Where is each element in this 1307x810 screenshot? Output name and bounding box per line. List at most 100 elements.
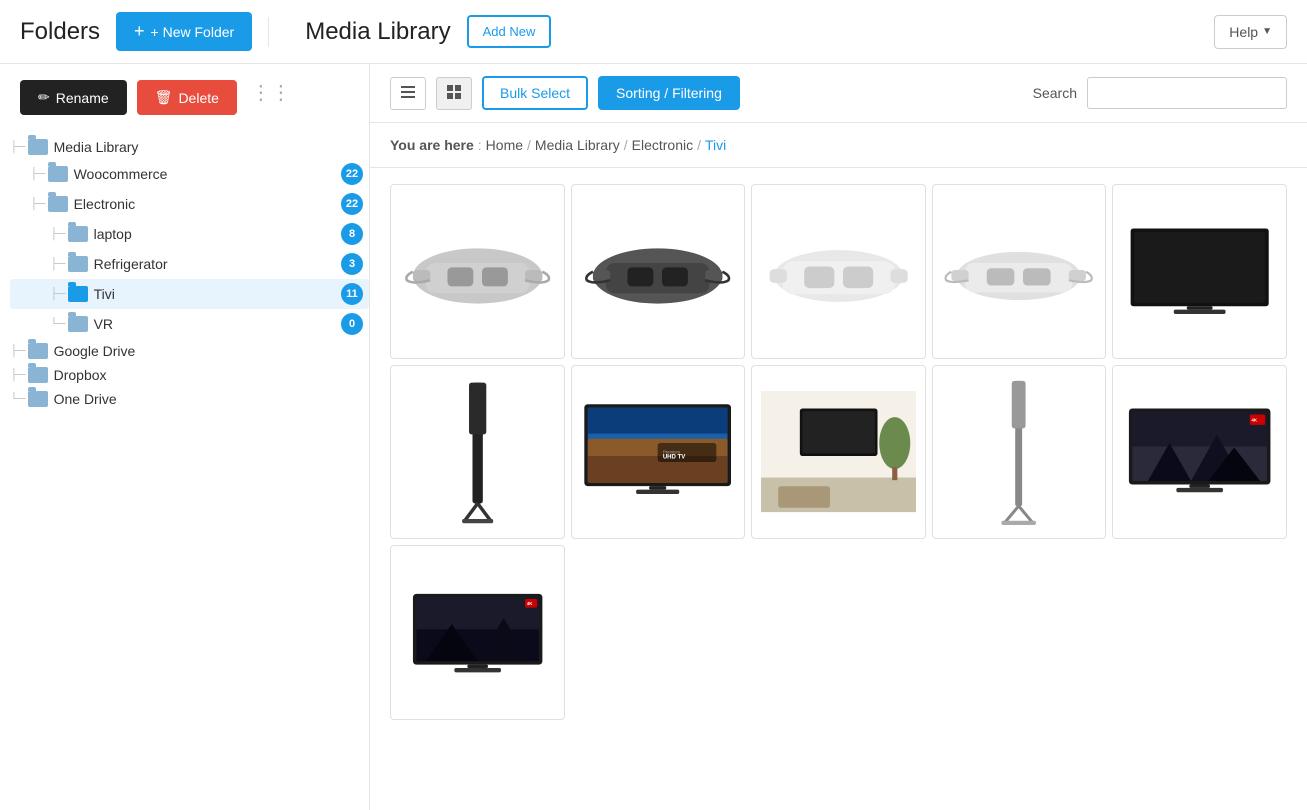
tree-line-icon: ├─ [10, 345, 26, 357]
media-item[interactable] [571, 184, 746, 359]
folder-icon [28, 367, 48, 383]
sidebar-actions: ✏ Rename 🗑 Delete ⋮⋮ [0, 80, 369, 135]
tree-label-google-drive: Google Drive [54, 343, 363, 359]
svg-text:4K: 4K [1251, 418, 1257, 423]
you-are-here-label: You are here [390, 137, 474, 153]
folder-icon [68, 316, 88, 332]
plus-icon: + [134, 21, 145, 42]
tree-line-icon: ├─ [10, 369, 26, 381]
svg-text:UHD TV: UHD TV [663, 455, 685, 461]
tree-count-electronic: 22 [341, 193, 363, 215]
tree-count-laptop: 8 [341, 223, 363, 245]
tree-label-electronic: Electronic [74, 196, 341, 212]
tree-item-woocommerce[interactable]: ├─ Woocommerce 22 [10, 159, 369, 189]
delete-label: Delete [178, 90, 218, 106]
breadcrumb-electronic[interactable]: Electronic [632, 137, 693, 153]
media-item[interactable] [932, 184, 1107, 359]
header-left: Folders + + New Folder Media Library Add… [20, 12, 551, 51]
tree-label-one-drive: One Drive [54, 391, 363, 407]
media-item[interactable] [390, 184, 565, 359]
media-item[interactable]: 4K [390, 545, 565, 720]
media-item[interactable] [751, 365, 926, 540]
bulk-select-button[interactable]: Bulk Select [482, 76, 588, 110]
grid-view-icon [446, 88, 462, 103]
svg-text:4K: 4K [526, 601, 532, 606]
tree-label-media-library: Media Library [54, 139, 363, 155]
breadcrumb-sep2: / [624, 137, 628, 153]
trash-icon: 🗑 [155, 89, 173, 106]
new-folder-button[interactable]: + + New Folder [116, 12, 252, 51]
tree-line-icon: ├─ [50, 258, 66, 270]
list-view-icon [400, 88, 416, 103]
folder-icon [28, 139, 48, 155]
top-header: Folders + + New Folder Media Library Add… [0, 0, 1307, 64]
folder-icon [68, 286, 88, 302]
tree-line-icon: ├─ [50, 228, 66, 240]
media-item[interactable] [390, 365, 565, 540]
tree-item-dropbox[interactable]: ├─ Dropbox [10, 363, 369, 387]
tree-item-tivi[interactable]: ├─ Tivi 11 [10, 279, 369, 309]
folders-title: Folders [20, 18, 100, 46]
help-button[interactable]: Help ▼ [1214, 15, 1287, 49]
tree-label-dropbox: Dropbox [54, 367, 363, 383]
tree-label-woocommerce: Woocommerce [74, 166, 341, 182]
tree-line-icon: ├─ [30, 168, 46, 180]
tree-line-icon: ├─ [50, 288, 66, 300]
tree-count-woocommerce: 22 [341, 163, 363, 185]
breadcrumb-media-library[interactable]: Media Library [535, 137, 620, 153]
chevron-down-icon: ▼ [1262, 26, 1272, 37]
tree-item-google-drive[interactable]: ├─ Google Drive [10, 339, 369, 363]
delete-button[interactable]: 🗑 Delete [137, 80, 237, 115]
media-grid-container: Premium UHD TV [370, 168, 1307, 810]
tree-item-refrigerator[interactable]: ├─ Refrigerator 3 [10, 249, 369, 279]
tree-label-refrigerator: Refrigerator [94, 256, 341, 272]
header-right: Help ▼ [1214, 15, 1287, 49]
media-item[interactable] [932, 365, 1107, 540]
folder-icon [28, 343, 48, 359]
media-item[interactable]: Premium UHD TV [571, 365, 746, 540]
sidebar: ✏ Rename 🗑 Delete ⋮⋮ ├─ Media Library [0, 64, 370, 810]
tree-item-vr[interactable]: └─ VR 0 [10, 309, 369, 339]
grid-view-button[interactable] [436, 77, 472, 110]
media-library-title: Media Library [305, 18, 450, 46]
tree-item-laptop[interactable]: ├─ laptop 8 [10, 219, 369, 249]
rename-label: Rename [56, 90, 109, 106]
sorting-filtering-button[interactable]: Sorting / Filtering [598, 76, 740, 110]
search-input[interactable] [1087, 77, 1287, 109]
breadcrumb-sep3: / [697, 137, 701, 153]
folder-icon [28, 391, 48, 407]
media-grid: Premium UHD TV [390, 184, 1287, 720]
media-item[interactable]: 4K [1112, 365, 1287, 540]
breadcrumb-home[interactable]: Home [486, 137, 523, 153]
tree-count-vr: 0 [341, 313, 363, 335]
folder-tree: ├─ Media Library ├─ Woocommerce 22 ├─ El… [0, 135, 369, 411]
breadcrumb-sep: : [478, 137, 482, 153]
drag-handle-icon: ⋮⋮ [247, 80, 295, 115]
tree-count-refrigerator: 3 [341, 253, 363, 275]
toolbar: Bulk Select Sorting / Filtering Search [370, 64, 1307, 123]
pencil-icon: ✏ [38, 89, 50, 106]
right-content: Bulk Select Sorting / Filtering Search Y… [370, 64, 1307, 810]
breadcrumb: You are here : Home / Media Library / El… [370, 123, 1307, 168]
tree-item-electronic[interactable]: ├─ Electronic 22 [10, 189, 369, 219]
tree-item-media-library[interactable]: ├─ Media Library [10, 135, 369, 159]
folder-icon [68, 256, 88, 272]
media-item[interactable] [751, 184, 926, 359]
tree-label-vr: VR [94, 316, 341, 332]
add-new-button[interactable]: Add New [467, 15, 552, 48]
folder-icon [68, 226, 88, 242]
breadcrumb-tivi[interactable]: Tivi [705, 137, 726, 153]
help-label: Help [1229, 24, 1258, 40]
rename-button[interactable]: ✏ Rename [20, 80, 127, 115]
search-label: Search [1033, 85, 1077, 101]
main-content: ✏ Rename 🗑 Delete ⋮⋮ ├─ Media Library [0, 64, 1307, 810]
new-folder-label: + New Folder [151, 24, 235, 40]
tree-count-tivi: 11 [341, 283, 363, 305]
tree-item-one-drive[interactable]: └─ One Drive [10, 387, 369, 411]
media-item[interactable] [1112, 184, 1287, 359]
tree-line-icon: ├─ [30, 198, 46, 210]
breadcrumb-sep1: / [527, 137, 531, 153]
tree-line-icon: └─ [50, 318, 66, 330]
folder-icon [48, 196, 68, 212]
list-view-button[interactable] [390, 77, 426, 110]
